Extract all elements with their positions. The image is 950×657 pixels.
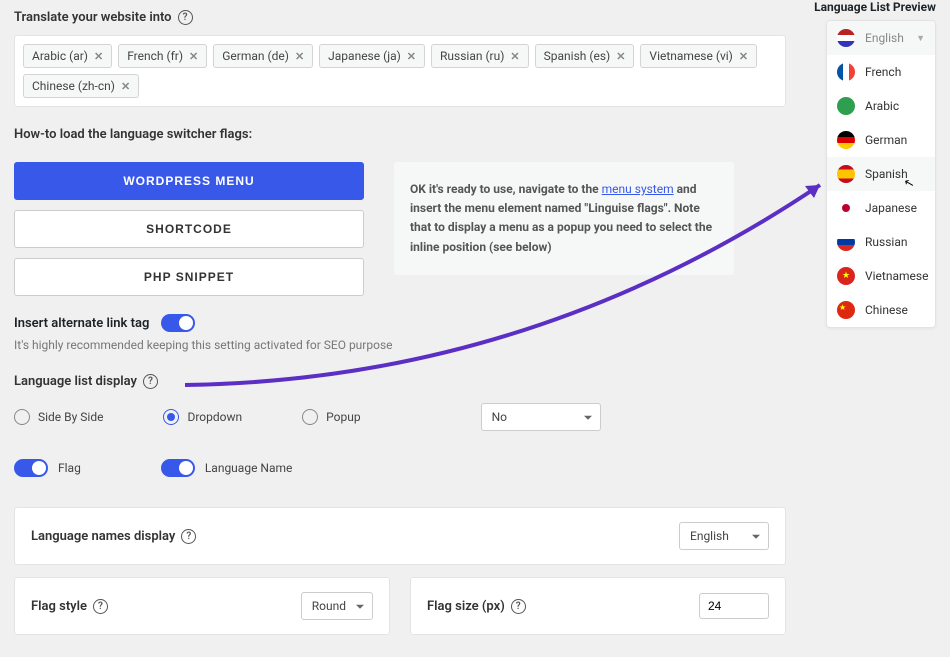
- preview-list[interactable]: English ▼ French Arabic German Spanish J…: [826, 20, 936, 328]
- howto-label: How-to load the language switcher flags:: [14, 127, 252, 142]
- preview-item-french[interactable]: French: [827, 55, 935, 89]
- radio-dropdown[interactable]: [163, 409, 179, 425]
- chip-german[interactable]: German (de) ✕: [213, 44, 313, 68]
- names-display-select[interactable]: English: [679, 522, 769, 550]
- menu-system-link[interactable]: menu system: [602, 182, 674, 196]
- names-display-label: Language names display: [31, 529, 175, 544]
- chip-label: Vietnamese (vi): [649, 49, 732, 63]
- list-display-label: Language list display: [14, 374, 137, 389]
- flag-toggle[interactable]: [14, 459, 48, 477]
- flag-icon: [837, 63, 855, 81]
- help-icon[interactable]: ?: [181, 529, 196, 544]
- chip-label: Arabic (ar): [32, 49, 88, 63]
- chip-label: Japanese (ja): [328, 49, 401, 63]
- chip-label: French (fr): [127, 49, 183, 63]
- select-value: Round: [312, 599, 346, 613]
- preview-item-spanish[interactable]: Spanish: [827, 157, 935, 191]
- close-icon[interactable]: ✕: [407, 50, 416, 63]
- preview-title: Language List Preview: [814, 0, 936, 14]
- select-value: No: [492, 410, 507, 424]
- close-icon[interactable]: ✕: [616, 50, 625, 63]
- flag-icon: [837, 233, 855, 251]
- flag-size-label: Flag size (px): [427, 599, 505, 614]
- preview-item-german[interactable]: German: [827, 123, 935, 157]
- preview-item-label: Chinese: [865, 303, 908, 317]
- flag-icon: [837, 301, 855, 319]
- preview-item-english[interactable]: English ▼: [827, 21, 935, 55]
- flag-icon: [837, 165, 855, 183]
- translate-label: Translate your website into: [14, 10, 172, 25]
- flag-icon: [837, 97, 855, 115]
- radio-label: Side By Side: [38, 410, 103, 424]
- chip-arabic[interactable]: Arabic (ar) ✕: [23, 44, 112, 68]
- flag-style-select[interactable]: Round: [301, 592, 373, 620]
- flag-icon: [837, 29, 855, 47]
- preview-item-label: English: [865, 31, 904, 45]
- radio-side-by-side[interactable]: [14, 409, 30, 425]
- alternate-hint: It's highly recommended keeping this set…: [14, 338, 786, 352]
- toggle-label: Language Name: [205, 461, 293, 475]
- close-icon[interactable]: ✕: [94, 50, 103, 63]
- preview-item-label: German: [865, 133, 907, 147]
- preview-item-russian[interactable]: Russian: [827, 225, 935, 259]
- chip-label: German (de): [222, 49, 289, 63]
- chip-french[interactable]: French (fr) ✕: [118, 44, 207, 68]
- flag-style-label: Flag style: [31, 599, 87, 614]
- radio-label: Dropdown: [187, 410, 242, 424]
- chip-vietnamese[interactable]: Vietnamese (vi) ✕: [640, 44, 757, 68]
- chip-label: Russian (ru): [440, 49, 504, 63]
- close-icon[interactable]: ✕: [739, 50, 748, 63]
- close-icon[interactable]: ✕: [510, 50, 519, 63]
- flag-icon: [837, 267, 855, 285]
- radio-label: Popup: [326, 410, 360, 424]
- close-icon[interactable]: ✕: [121, 80, 130, 93]
- preview-item-label: Arabic: [865, 99, 899, 113]
- language-name-toggle[interactable]: [161, 459, 195, 477]
- flag-icon: [837, 199, 855, 217]
- list-display-select[interactable]: No: [481, 403, 601, 431]
- preview-item-label: French: [865, 65, 901, 79]
- alternate-toggle[interactable]: [161, 314, 195, 332]
- chip-label: Spanish (es): [544, 49, 611, 63]
- alternate-label: Insert alternate link tag: [14, 316, 149, 331]
- help-icon[interactable]: ?: [143, 374, 158, 389]
- help-icon[interactable]: ?: [93, 599, 108, 614]
- shortcode-button[interactable]: SHORTCODE: [14, 210, 364, 248]
- preview-item-label: Russian: [865, 235, 907, 249]
- language-chip-container[interactable]: Arabic (ar) ✕ French (fr) ✕ German (de) ✕ J…: [14, 35, 786, 107]
- wordpress-menu-button[interactable]: WORDPRESS MENU: [14, 162, 364, 200]
- chip-japanese[interactable]: Japanese (ja) ✕: [319, 44, 425, 68]
- preview-item-label: Vietnamese: [865, 269, 928, 283]
- chevron-down-icon: ▼: [916, 33, 925, 44]
- preview-item-japanese[interactable]: Japanese: [827, 191, 935, 225]
- preview-item-vietnamese[interactable]: Vietnamese: [827, 259, 935, 293]
- toggle-label: Flag: [58, 461, 81, 475]
- close-icon[interactable]: ✕: [189, 50, 198, 63]
- preview-item-label: Spanish: [865, 167, 908, 181]
- chip-russian[interactable]: Russian (ru) ✕: [431, 44, 529, 68]
- chip-label: Chinese (zh-cn): [32, 79, 115, 93]
- preview-item-arabic[interactable]: Arabic: [827, 89, 935, 123]
- radio-popup[interactable]: [302, 409, 318, 425]
- preview-item-label: Japanese: [865, 201, 917, 215]
- preview-item-chinese[interactable]: Chinese: [827, 293, 935, 327]
- flag-size-input[interactable]: [699, 593, 769, 619]
- flag-size-panel: Flag size (px) ?: [410, 577, 786, 635]
- flag-icon: [837, 131, 855, 149]
- chip-chinese[interactable]: Chinese (zh-cn) ✕: [23, 74, 139, 98]
- info-box: OK it's ready to use, navigate to the me…: [394, 162, 734, 275]
- chip-spanish[interactable]: Spanish (es) ✕: [535, 44, 635, 68]
- flag-style-panel: Flag style ? Round: [14, 577, 390, 635]
- names-display-panel: Language names display ? English: [14, 507, 786, 565]
- help-icon[interactable]: ?: [178, 10, 193, 25]
- close-icon[interactable]: ✕: [295, 50, 304, 63]
- select-value: English: [690, 529, 729, 543]
- info-strong: OK it's ready to use, navigate to the: [410, 182, 602, 196]
- help-icon[interactable]: ?: [511, 599, 526, 614]
- php-snippet-button[interactable]: PHP SNIPPET: [14, 258, 364, 296]
